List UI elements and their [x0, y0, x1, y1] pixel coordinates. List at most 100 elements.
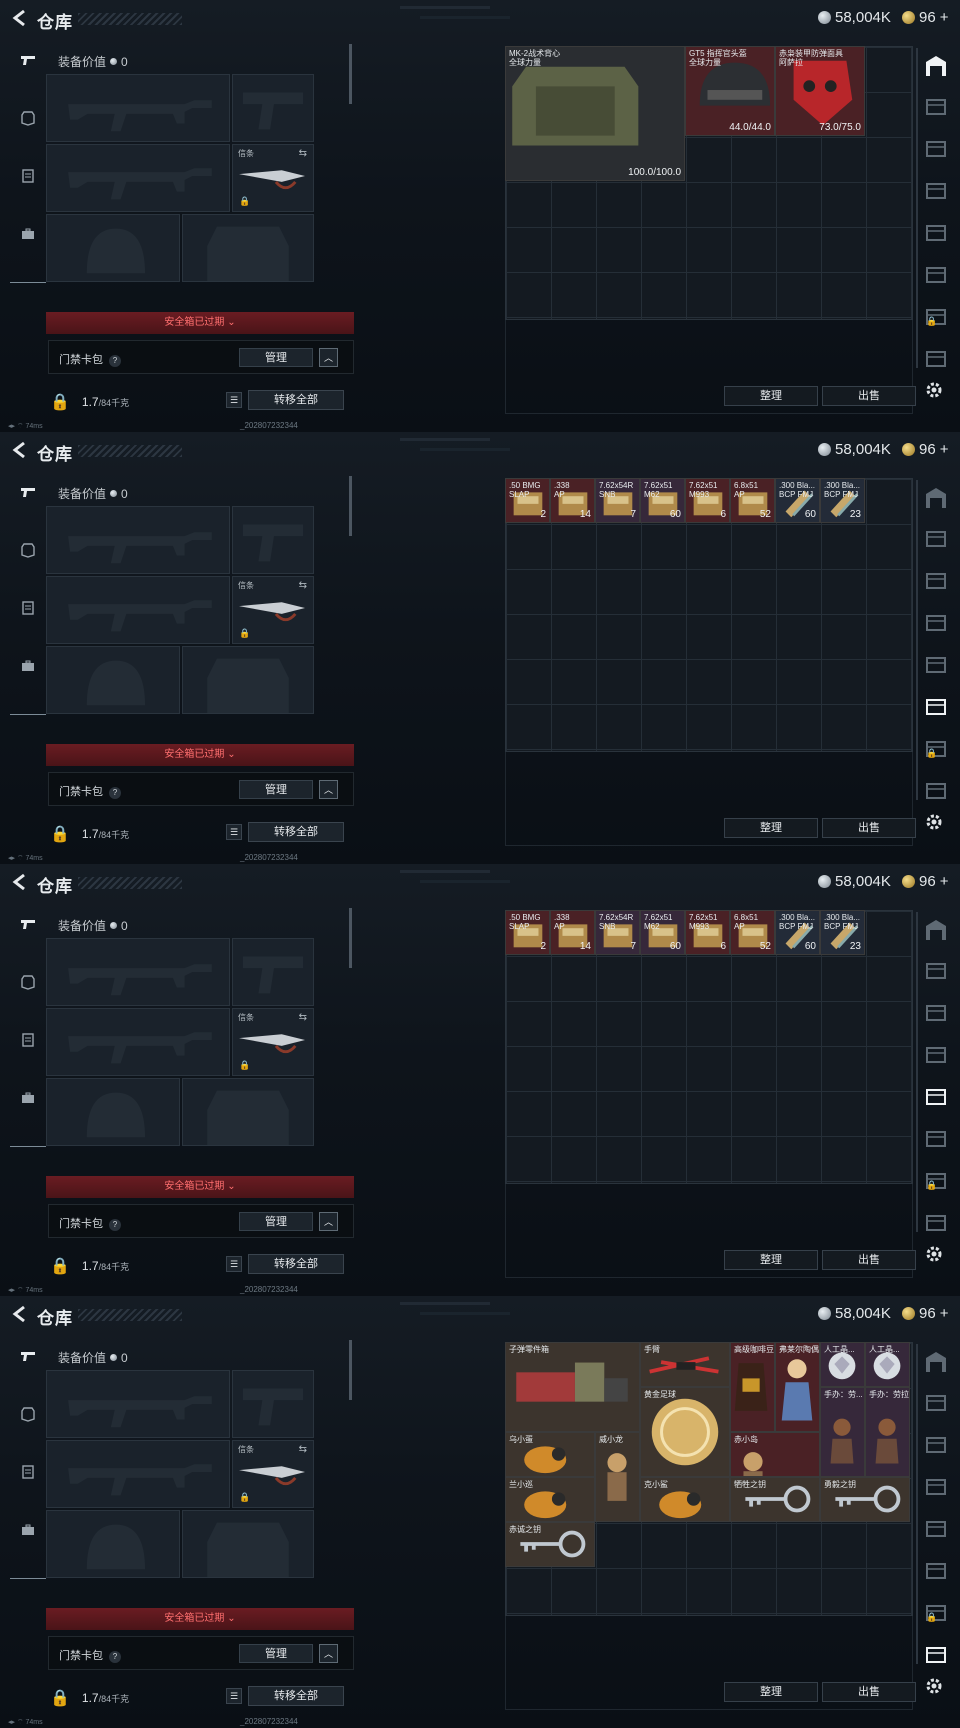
manage-button[interactable]: 管理: [239, 780, 313, 799]
melee-slot[interactable]: 信条 ⇆ 🔒: [232, 1008, 314, 1076]
manage-button[interactable]: 管理: [239, 1212, 313, 1231]
pistol-slot[interactable]: [232, 74, 314, 142]
stash-item[interactable]: 兰小巡: [505, 1477, 595, 1522]
safebox-warning[interactable]: 安全箱已过期 ⌄: [46, 1176, 354, 1198]
equipment-scrollbar[interactable]: [349, 44, 352, 104]
stash-item[interactable]: 弗莱尔陶偶: [775, 1342, 820, 1432]
stash-item[interactable]: .300 Bla... BCP FMJ 23: [820, 478, 865, 523]
gear-icon[interactable]: [924, 1244, 944, 1264]
help-icon[interactable]: ?: [109, 355, 121, 367]
tab-chest-rig[interactable]: [12, 1456, 44, 1488]
melee-slot[interactable]: 信条 ⇆ 🔒: [232, 576, 314, 644]
manage-button[interactable]: 管理: [239, 348, 313, 367]
equipment-scrollbar[interactable]: [349, 1340, 352, 1400]
tab-weapons[interactable]: [12, 1340, 44, 1372]
add-currency-icon[interactable]: +: [940, 1305, 949, 1322]
stash-item[interactable]: 6.8x51 AP 52: [730, 910, 775, 955]
sort-button[interactable]: 整理: [724, 1250, 818, 1270]
stash-page-tab-6[interactable]: [922, 696, 950, 720]
stash-item[interactable]: 人工晶...: [865, 1342, 910, 1387]
stash-page-tab-8[interactable]: [922, 780, 950, 804]
stash-item[interactable]: .300 Bla... BCP FMJ 60: [775, 910, 820, 955]
stash-page-tab-6[interactable]: [922, 1128, 950, 1152]
secondary-weapon-slot[interactable]: [46, 1008, 230, 1076]
safebox-warning[interactable]: 安全箱已过期 ⌄: [46, 1608, 354, 1630]
stash-item[interactable]: 人工晶...: [820, 1342, 865, 1387]
stash-item[interactable]: 勇毅之钥: [820, 1477, 910, 1522]
stash-page-tab-3[interactable]: [922, 1002, 950, 1026]
helmet-slot[interactable]: [46, 1510, 180, 1578]
stash-item[interactable]: 乌小蛋: [505, 1432, 595, 1477]
stash-page-tab-2[interactable]: [922, 960, 950, 984]
tab-armor[interactable]: [12, 534, 44, 566]
tab-armor[interactable]: [12, 966, 44, 998]
stash-page-tab-1[interactable]: [922, 1350, 950, 1374]
stash-page-tab-2[interactable]: [922, 528, 950, 552]
primary-weapon-slot[interactable]: [46, 938, 230, 1006]
stash-item[interactable]: .300 Bla... BCP FMJ 60: [775, 478, 820, 523]
tab-weapons[interactable]: [12, 476, 44, 508]
stash-item[interactable]: 威小龙: [595, 1432, 640, 1522]
pistol-slot[interactable]: [232, 938, 314, 1006]
stash-item[interactable]: .50 BMG SLAP 2: [505, 910, 550, 955]
list-icon[interactable]: ☰: [226, 824, 242, 840]
chevron-up-icon[interactable]: ︿: [319, 1212, 338, 1231]
gear-icon[interactable]: [924, 1676, 944, 1696]
stash-item[interactable]: .338 AP 14: [550, 478, 595, 523]
secondary-weapon-slot[interactable]: [46, 1440, 230, 1508]
transfer-all-button[interactable]: 转移全部: [248, 1254, 344, 1274]
stash-page-tab-3[interactable]: [922, 570, 950, 594]
stash-item[interactable]: .338 AP 14: [550, 910, 595, 955]
help-icon[interactable]: ?: [109, 787, 121, 799]
list-icon[interactable]: ☰: [226, 1256, 242, 1272]
secondary-weapon-slot[interactable]: [46, 576, 230, 644]
stash-item[interactable]: 克小鲨: [640, 1477, 730, 1522]
equipment-scrollbar[interactable]: [349, 476, 352, 536]
primary-weapon-slot[interactable]: [46, 1370, 230, 1438]
stash-page-tab-3[interactable]: [922, 1434, 950, 1458]
gear-icon[interactable]: [924, 812, 944, 832]
pistol-slot[interactable]: [232, 506, 314, 574]
back-arrow-icon[interactable]: [10, 440, 30, 460]
stash-page-tab-5[interactable]: [922, 1518, 950, 1542]
stash-page-tab-5[interactable]: [922, 654, 950, 678]
stash-item[interactable]: 7.62x51 M62 60: [640, 478, 685, 523]
list-icon[interactable]: ☰: [226, 1688, 242, 1704]
stash-item[interactable]: 手臂: [640, 1342, 730, 1387]
add-currency-icon[interactable]: +: [940, 873, 949, 890]
stash-item[interactable]: GT5 指挥官头盔 全球力量 44.0/44.0: [685, 46, 775, 136]
manage-button[interactable]: 管理: [239, 1644, 313, 1663]
chevron-up-icon[interactable]: ︿: [319, 1644, 338, 1663]
transfer-all-button[interactable]: 转移全部: [248, 390, 344, 410]
stash-page-tab-2[interactable]: [922, 96, 950, 120]
primary-weapon-slot[interactable]: [46, 506, 230, 574]
stash-page-tab-1[interactable]: [922, 54, 950, 78]
tab-backpack[interactable]: [12, 218, 44, 250]
helmet-slot[interactable]: [46, 1078, 180, 1146]
help-icon[interactable]: ?: [109, 1219, 121, 1231]
sort-button[interactable]: 整理: [724, 386, 818, 406]
tab-backpack[interactable]: [12, 1082, 44, 1114]
tab-chest-rig[interactable]: [12, 1024, 44, 1056]
chevron-up-icon[interactable]: ︿: [319, 780, 338, 799]
list-icon[interactable]: ☰: [226, 392, 242, 408]
stash-page-tab-1[interactable]: [922, 486, 950, 510]
stash-page-tab-3[interactable]: [922, 138, 950, 162]
tab-chest-rig[interactable]: [12, 592, 44, 624]
safebox-warning[interactable]: 安全箱已过期 ⌄: [46, 744, 354, 766]
stash-page-tab-5[interactable]: [922, 1086, 950, 1110]
add-currency-icon[interactable]: +: [940, 441, 949, 458]
stash-item[interactable]: 7.62x51 M993 6: [685, 910, 730, 955]
gold-currency[interactable]: 96 +: [902, 9, 948, 26]
primary-weapon-slot[interactable]: [46, 74, 230, 142]
body-armor-slot[interactable]: [182, 646, 314, 714]
stash-item[interactable]: 7.62x51 M993 6: [685, 478, 730, 523]
gold-currency[interactable]: 96 +: [902, 1305, 948, 1322]
body-armor-slot[interactable]: [182, 1078, 314, 1146]
add-currency-icon[interactable]: +: [940, 9, 949, 26]
sell-button[interactable]: 出售: [822, 1682, 916, 1702]
stash-item[interactable]: 赤小岛: [730, 1432, 820, 1477]
stash-item[interactable]: 黄金足球: [640, 1387, 730, 1477]
stash-item[interactable]: 赤枭装甲防弹面具 阿萨拉 73.0/75.0: [775, 46, 865, 136]
stash-item[interactable]: 手办：劳拉: [865, 1387, 910, 1477]
